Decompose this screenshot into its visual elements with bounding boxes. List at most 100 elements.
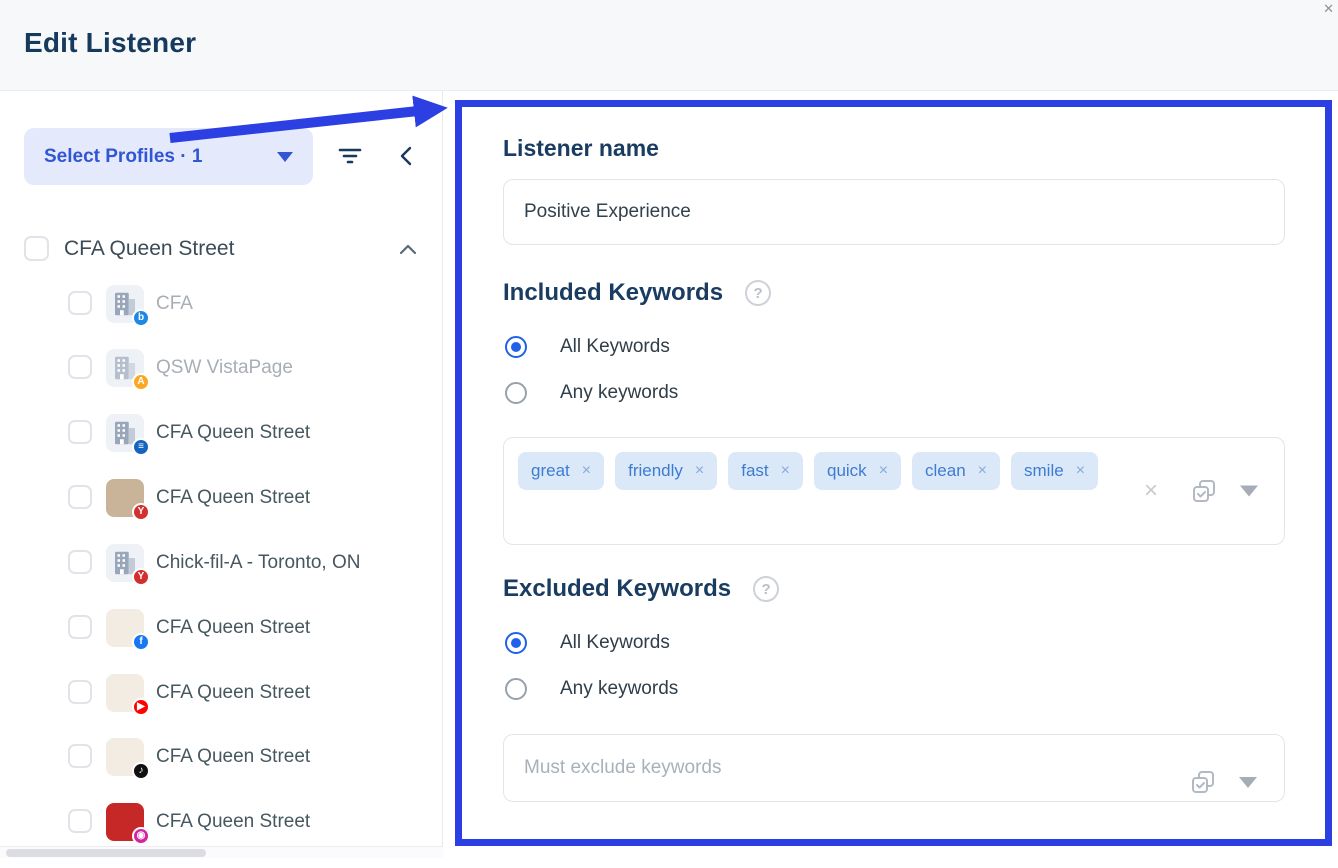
page-title: Edit Listener xyxy=(24,27,196,59)
yelp-badge-icon: Y xyxy=(132,568,150,586)
select-profiles-dropdown[interactable]: Select Profiles · 1 xyxy=(24,128,313,185)
chevron-up-icon[interactable] xyxy=(396,238,420,267)
chevron-down-icon xyxy=(277,152,293,162)
included-keywords-header: Included Keywords ? xyxy=(503,279,771,307)
chip-label: fast xyxy=(741,461,768,481)
radio-label: Any keywords xyxy=(560,678,678,700)
avatar: ≡ xyxy=(106,414,144,452)
list-item[interactable]: A QSW VistaPage xyxy=(0,343,443,393)
excluded-keywords-heading: Excluded Keywords xyxy=(503,575,731,603)
chip-close-icon[interactable]: × xyxy=(695,463,704,479)
profile-checkbox[interactable] xyxy=(68,485,92,509)
profile-group-row: CFA Queen Street xyxy=(0,234,443,266)
help-icon[interactable]: ? xyxy=(745,280,771,306)
list-item[interactable]: Y Chick-fil-A - Toronto, ON xyxy=(0,538,443,588)
instagram-badge-icon: ◉ xyxy=(132,827,150,845)
clear-all-icon[interactable]: × xyxy=(1144,479,1158,503)
radio-label: All Keywords xyxy=(560,632,670,654)
list-item[interactable]: ♪ CFA Queen Street xyxy=(0,732,443,782)
collapse-sidebar-button[interactable] xyxy=(392,142,422,172)
included-all-keywords-option[interactable]: All Keywords xyxy=(505,336,670,358)
list-item[interactable]: Y CFA Queen Street xyxy=(0,473,443,523)
profile-label: CFA xyxy=(156,279,193,329)
list-item[interactable]: b CFA xyxy=(0,279,443,329)
chevron-left-icon xyxy=(393,142,421,170)
caret-down-icon[interactable] xyxy=(1240,486,1258,497)
profile-label: Chick-fil-A - Toronto, ON xyxy=(156,538,360,588)
profile-checkbox[interactable] xyxy=(68,809,92,833)
header: Edit Listener xyxy=(0,0,1338,91)
blogger-badge-icon: b xyxy=(132,309,150,327)
group-label: CFA Queen Street xyxy=(64,237,234,261)
keyword-chip[interactable]: quick × xyxy=(814,452,901,490)
listener-form-panel: Listener name Included Keywords ? All Ke… xyxy=(455,100,1332,846)
avatar: f xyxy=(106,609,144,647)
radio-label: All Keywords xyxy=(560,336,670,358)
copy-icon[interactable] xyxy=(1189,768,1217,796)
scrollbar-thumb[interactable] xyxy=(6,849,206,857)
excluded-all-keywords-option[interactable]: All Keywords xyxy=(505,632,670,654)
keyword-chip[interactable]: clean × xyxy=(912,452,1000,490)
listener-name-input[interactable] xyxy=(503,179,1285,245)
keyword-chip[interactable]: friendly × xyxy=(615,452,717,490)
yelp-badge-icon: Y xyxy=(132,503,150,521)
list-item[interactable]: ◉ CFA Queen Street xyxy=(0,797,443,847)
chip-label: quick xyxy=(827,461,867,481)
profile-label: CFA Queen Street xyxy=(156,797,310,847)
chip-label: smile xyxy=(1024,461,1064,481)
keyword-chip[interactable]: great × xyxy=(518,452,604,490)
keyword-chip[interactable]: smile × xyxy=(1011,452,1098,490)
profile-label: CFA Queen Street xyxy=(156,603,310,653)
radio-unselected-icon[interactable] xyxy=(505,678,527,700)
profile-checkbox[interactable] xyxy=(68,291,92,315)
radio-unselected-icon[interactable] xyxy=(505,382,527,404)
profile-label: CFA Queen Street xyxy=(156,408,310,458)
included-any-keywords-option[interactable]: Any keywords xyxy=(505,382,678,404)
avatar: ◉ xyxy=(106,803,144,841)
avatar: Y xyxy=(106,544,144,582)
list-item[interactable]: ≡ CFA Queen Street xyxy=(0,408,443,458)
pages-badge-icon: ≡ xyxy=(132,438,150,456)
chip-close-icon[interactable]: × xyxy=(1076,463,1085,479)
close-icon[interactable]: ✕ xyxy=(1323,1,1334,17)
horizontal-scrollbar xyxy=(0,846,443,858)
profile-checkbox[interactable] xyxy=(68,420,92,444)
chip-close-icon[interactable]: × xyxy=(978,463,987,479)
filter-icon xyxy=(336,142,364,170)
chip-close-icon[interactable]: × xyxy=(879,463,888,479)
list-item[interactable]: ▶ CFA Queen Street xyxy=(0,668,443,718)
excluded-any-keywords-option[interactable]: Any keywords xyxy=(505,678,678,700)
included-keywords-input[interactable]: great × friendly × fast × quick × clean xyxy=(503,437,1285,545)
keyword-chips: great × friendly × fast × quick × clean xyxy=(518,452,1118,490)
edit-listener-screen: Edit Listener ✕ Select Profiles · 1 CFA … xyxy=(0,0,1338,868)
profile-checkbox[interactable] xyxy=(68,355,92,379)
avatar: Y xyxy=(106,479,144,517)
chip-close-icon[interactable]: × xyxy=(582,463,591,479)
excluded-keywords-header: Excluded Keywords ? xyxy=(503,575,779,603)
profile-checkbox[interactable] xyxy=(68,744,92,768)
keyword-chip[interactable]: fast × xyxy=(728,452,803,490)
chip-label: clean xyxy=(925,461,966,481)
listener-name-label: Listener name xyxy=(503,135,659,162)
profile-label: QSW VistaPage xyxy=(156,343,293,393)
radio-selected-icon[interactable] xyxy=(505,632,527,654)
profile-checkbox[interactable] xyxy=(68,680,92,704)
profile-checkbox[interactable] xyxy=(68,550,92,574)
profile-checkbox[interactable] xyxy=(68,615,92,639)
select-profiles-label: Select Profiles · 1 xyxy=(44,146,202,168)
profiles-sidebar: Select Profiles · 1 CFA Queen Street xyxy=(0,91,443,855)
excluded-keywords-input[interactable] xyxy=(503,734,1285,802)
list-item[interactable]: f CFA Queen Street xyxy=(0,603,443,653)
filter-button[interactable] xyxy=(335,142,365,172)
help-icon[interactable]: ? xyxy=(753,576,779,602)
profile-label: CFA Queen Street xyxy=(156,473,310,523)
group-checkbox[interactable] xyxy=(24,236,49,261)
chip-close-icon[interactable]: × xyxy=(781,463,790,479)
avatar: b xyxy=(106,285,144,323)
avatar: ♪ xyxy=(106,738,144,776)
copy-icon[interactable] xyxy=(1190,477,1218,505)
caret-down-icon[interactable] xyxy=(1239,777,1257,788)
facebook-badge-icon: f xyxy=(132,633,150,651)
radio-selected-icon[interactable] xyxy=(505,336,527,358)
youtube-badge-icon: ▶ xyxy=(132,698,150,716)
